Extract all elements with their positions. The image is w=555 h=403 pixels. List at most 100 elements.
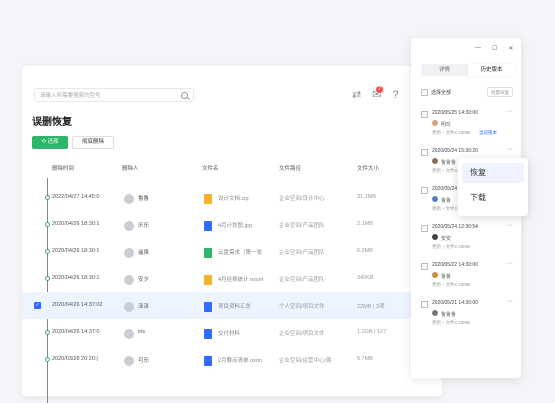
close-icon[interactable]: ✕ (508, 45, 513, 52)
permanent-delete-label: 彻底删除 (81, 139, 104, 145)
row-file-size: 6.2MB (357, 248, 373, 254)
row-file-name[interactable]: 4月经费统计.excel (218, 275, 263, 283)
avatar (432, 120, 438, 126)
row-file-name[interactable]: 云盘需求（第一张 (218, 248, 262, 256)
doc-icon (204, 356, 212, 366)
row-deleter: 遥泉 (138, 250, 150, 256)
zip-icon (204, 194, 212, 204)
version-time: 2020/05/25 14:30:00 (432, 110, 478, 116)
image-icon (204, 221, 212, 231)
version-checkbox[interactable] (421, 187, 428, 194)
menu-item-restore[interactable]: 恢复 (462, 163, 524, 183)
row-deleter: 鲁鲁 (138, 196, 150, 202)
row-file-path: 个人空间/项目文件 (279, 304, 325, 310)
avatar (432, 234, 438, 240)
version-author: 鲁鲁鲁 (441, 160, 457, 166)
col-delete-time[interactable]: 删除时间 (52, 164, 74, 172)
row-file-size: 22MB | 3项 (357, 304, 385, 310)
version-checkbox[interactable] (421, 263, 428, 270)
version-info: 更新・文件2.33MB (432, 282, 471, 287)
notification-badge: 2 (376, 86, 383, 93)
table-row[interactable]: 2022/04/27 14:45:0 鲁鲁 设计文档.zip 企业空间/设计中心 31.… (22, 184, 442, 211)
more-icon[interactable]: ··· (506, 298, 513, 305)
row-file-name[interactable]: 项目资料汇总 (218, 302, 251, 310)
table-row[interactable]: ✓ 2020/04/26 14:37:02 泽泽 项目资料汇总 个人空间/项目文件 22M… (22, 292, 442, 319)
avatar (124, 194, 134, 204)
panel-tabs: 详情 历史版本 (421, 64, 515, 76)
page-title: 误删恢复 (32, 117, 72, 128)
maximize-icon[interactable]: ☐ (492, 45, 497, 52)
row-checkbox[interactable]: ✓ (34, 302, 41, 309)
search-input[interactable]: 请输入所需要搜索的型号 (34, 88, 194, 102)
restore-button[interactable]: ⟲ 还原 (32, 136, 68, 149)
table-row[interactable]: 2020/04/26 18:30:1 乐乐 4月计划图.jpg 企业空间/产品团队 2.… (22, 211, 442, 238)
version-checkbox[interactable] (421, 225, 428, 232)
row-deleter: 可乐 (138, 358, 150, 364)
table-row[interactable]: 2020/03/28 20:20:(可乐 2月要点清单.oxon 企业空间/运营中心… (22, 346, 442, 373)
row-deleter: iris (138, 329, 146, 335)
version-author: 鲁鲁 (441, 274, 452, 280)
search-placeholder: 请输入所需要搜索的型号 (40, 93, 101, 99)
row-deleter: 安夕 (138, 277, 150, 283)
select-all-checkbox[interactable] (421, 89, 428, 97)
window-controls: — ☐ ✕ (475, 45, 513, 52)
permanent-delete-button[interactable]: 彻底删除 (72, 136, 114, 149)
avatar (432, 158, 438, 164)
current-version-tag: 当前版本 (479, 130, 497, 135)
row-file-size: 2.1MB (357, 221, 373, 227)
select-all[interactable]: 选择全部 (421, 89, 451, 97)
version-author: 明珍 (441, 122, 452, 128)
menu-item-download[interactable]: 下载 (462, 188, 524, 208)
folder-icon (204, 302, 212, 312)
sheet-icon (204, 248, 212, 258)
row-file-name[interactable]: 设计文档.zip (218, 194, 249, 202)
row-file-name[interactable]: 交付材料 (218, 329, 240, 337)
avatar (124, 302, 134, 312)
tab-history[interactable]: 历史版本 (468, 64, 515, 76)
version-checkbox[interactable] (421, 111, 428, 118)
row-delete-time: 2020/04/26 18:30:1 (52, 248, 100, 254)
transfer-icon[interactable]: ⇄ (352, 88, 361, 101)
row-delete-time: 2022/04/27 14:45:0 (52, 194, 100, 200)
version-time: 2020/05/22 14:30:00 (432, 262, 478, 268)
row-file-path: 企业空间/项目文件 (279, 331, 325, 337)
timeline-dot (45, 330, 50, 335)
recycle-main-panel: 请输入所需要搜索的型号 ⇄ ✉ ? 2 误删恢复 ⟲ 还原 彻底删除 删除时间 … (22, 66, 442, 403)
row-file-size: 31.2MB (357, 194, 376, 200)
timeline-dot (45, 249, 50, 254)
more-icon[interactable]: ··· (506, 146, 513, 153)
help-icon[interactable]: ? (392, 89, 398, 101)
table-row[interactable]: 2020/04/26 18:30:1 遥泉 云盘需求（第一张 企业空间/产品团队 6.2… (22, 238, 442, 265)
row-delete-time: 2020/04/26 18:30:1 (52, 275, 100, 281)
version-info: 更新・文件2.33MB (432, 320, 471, 325)
batch-restore-button[interactable]: 批量恢复 (487, 87, 513, 97)
table-row[interactable]: 2020/04/26 14:37:0 iris 交付材料 企业空间/项目文件 1.2GB… (22, 319, 442, 346)
version-checkbox[interactable] (421, 149, 428, 156)
version-time: 2020/05/21 14:30:00 (432, 300, 478, 306)
search-icon[interactable] (181, 92, 188, 99)
timeline-dot (45, 357, 50, 362)
row-delete-time: 2020/04/26 18:30:1 (52, 221, 100, 227)
version-info: 更新・文件2.33MB (432, 244, 471, 249)
col-file-name[interactable]: 文件名 (202, 164, 219, 172)
row-file-name[interactable]: 2月要点清单.oxon (218, 356, 262, 364)
table-row[interactable]: 2020/04/26 18:30:1 安夕 4月经费统计.excel 企业空间/产品团… (22, 265, 442, 292)
more-icon[interactable]: ··· (506, 260, 513, 267)
col-file-path[interactable]: 文件路径 (279, 164, 301, 172)
avatar (432, 272, 438, 278)
avatar (432, 310, 438, 316)
restore-button-label: 还原 (47, 139, 59, 145)
more-icon[interactable]: ··· (506, 108, 513, 115)
col-deleter[interactable]: 删除人 (122, 164, 139, 172)
version-author: 安安 (441, 236, 452, 242)
version-author: 鲁鲁鲁 (441, 312, 457, 318)
row-file-name[interactable]: 4月计划图.jpg (218, 221, 252, 229)
tab-details[interactable]: 详情 (421, 64, 468, 76)
version-checkbox[interactable] (421, 301, 428, 308)
row-deleter: 乐乐 (138, 223, 150, 229)
col-file-size[interactable]: 文件大小 (357, 164, 379, 172)
row-file-size: 340KB (357, 275, 374, 281)
row-file-path: 企业空间/产品团队 (279, 277, 325, 283)
minimize-icon[interactable]: — (475, 45, 481, 52)
more-icon[interactable]: ··· (506, 222, 513, 229)
